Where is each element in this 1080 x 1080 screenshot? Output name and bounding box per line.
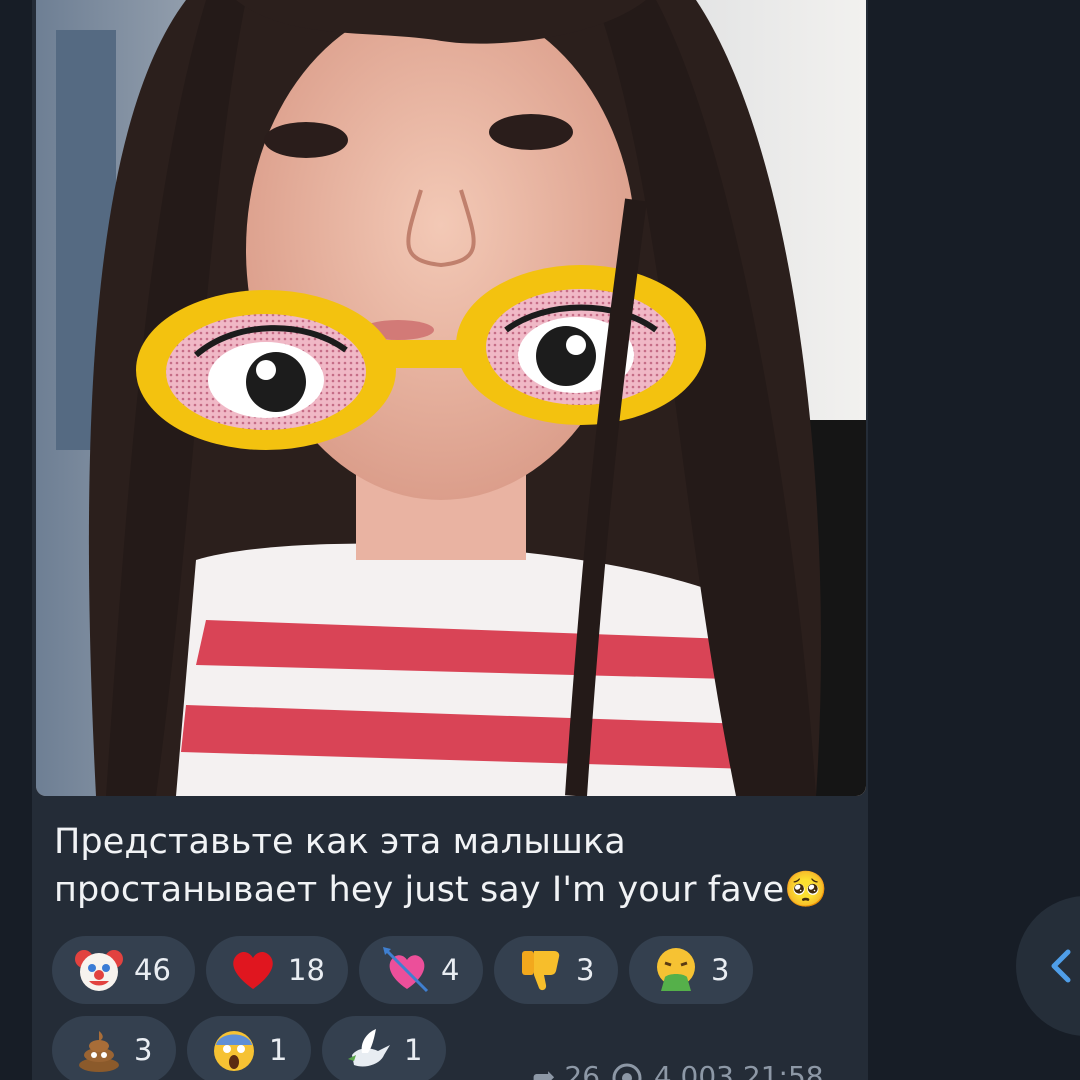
clown-face-icon (75, 950, 123, 991)
heart-with-arrow-icon (383, 947, 429, 993)
thumbs-down-icon (522, 951, 560, 991)
chat-screen: Представьте как эта малышка простанывает… (0, 0, 1080, 1080)
reaction-heart[interactable]: 18 (206, 936, 348, 1004)
message-photo[interactable] (36, 0, 866, 796)
reaction-count: 1 (404, 1033, 423, 1067)
reaction-poo[interactable]: 3 (52, 1016, 176, 1080)
reaction-count: 46 (134, 953, 171, 987)
reaction-dove[interactable]: 1 (322, 1016, 446, 1080)
reaction-thumbs-down[interactable]: 3 (494, 936, 618, 1004)
forward-icon: ➦ (532, 1060, 556, 1080)
reaction-count: 3 (711, 953, 730, 987)
message-meta: ➦ 26 4 003 21:58 (532, 1060, 824, 1080)
caption-line: простанывает hey just say I'm your fave🥺 (54, 870, 828, 910)
caption-line: Представьте как эта малышка (54, 822, 626, 862)
view-count: 4 003 (653, 1060, 734, 1080)
reaction-count: 18 (288, 953, 325, 987)
reaction-count: 3 (134, 1033, 153, 1067)
reaction-count: 3 (576, 953, 595, 987)
reaction-count: 4 (441, 953, 460, 987)
message-bubble[interactable]: Представьте как эта малышка простанывает… (32, 0, 868, 1080)
dove-icon (348, 1029, 390, 1067)
reaction-count: 1 (269, 1033, 288, 1067)
chevron-left-icon (1051, 949, 1071, 983)
forward-count: 26 (564, 1060, 601, 1080)
reaction-clown[interactable]: 46 (52, 936, 195, 1004)
screaming-face-icon (214, 1031, 254, 1071)
pile-of-poo-icon (79, 1031, 119, 1072)
photo-illustration (36, 0, 866, 796)
back-button[interactable] (1016, 896, 1080, 1036)
red-heart-icon (233, 951, 273, 989)
reaction-scream[interactable]: 1 (187, 1016, 311, 1080)
views-eye-icon (612, 1063, 642, 1080)
reaction-vomit[interactable]: 3 (629, 936, 753, 1004)
reaction-heart-arrow[interactable]: 4 (359, 936, 483, 1004)
message-time: 21:58 (742, 1060, 824, 1080)
message-caption: Представьте как эта малышка простанывает… (54, 818, 854, 914)
vomiting-face-icon (657, 948, 695, 991)
